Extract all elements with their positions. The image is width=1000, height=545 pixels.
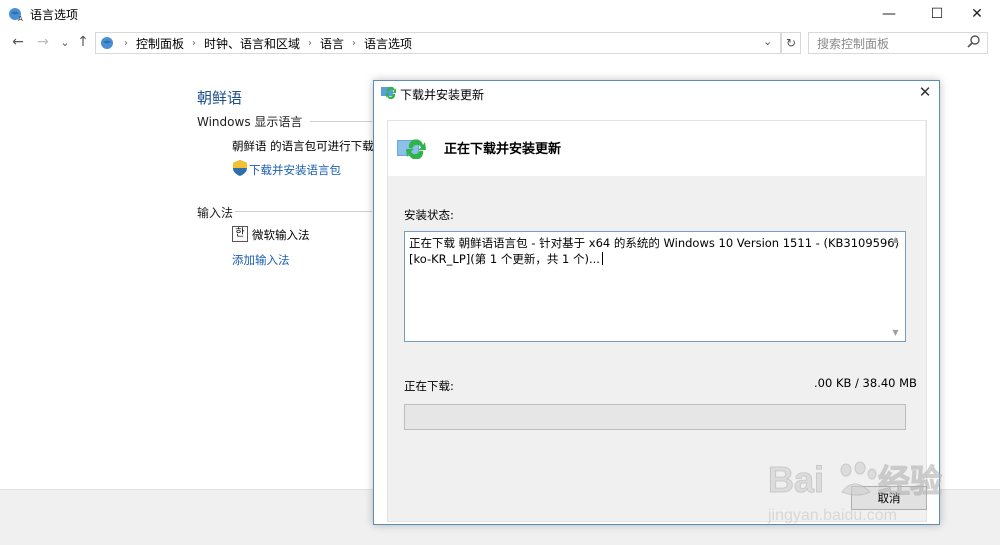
window-titlebar (0, 0, 1000, 28)
close-button[interactable]: ✕ (954, 0, 1000, 28)
recent-locations-button[interactable]: ⌄ (55, 32, 75, 52)
search-icon[interactable] (966, 34, 982, 50)
breadcrumb-separator-icon: › (192, 37, 197, 49)
breadcrumb-separator-icon: › (124, 37, 128, 49)
scroll-down-icon[interactable]: ▼ (887, 325, 904, 339)
input-method-heading: 输入法 (197, 206, 234, 220)
svg-text:A: A (18, 15, 23, 22)
download-progress-bar (404, 404, 906, 430)
downloading-label: 正在下载: (404, 379, 454, 393)
address-dropdown-icon[interactable]: ⌄ (763, 35, 772, 48)
text-cursor (601, 252, 603, 265)
status-scrollbar[interactable]: ▲ ▼ (887, 232, 904, 339)
download-language-pack-link[interactable]: 下载并安装语言包 (249, 162, 341, 178)
language-title: 朝鲜语 (197, 89, 243, 107)
up-button[interactable]: ↑ (73, 32, 93, 52)
minimize-button[interactable]: — (866, 0, 912, 28)
install-status-label: 安装状态: (404, 208, 454, 222)
breadcrumb-item-clock-language-region[interactable]: 时钟、语言和区域 (204, 35, 300, 52)
forward-button[interactable]: → (33, 32, 53, 52)
dialog-close-button[interactable]: ✕ (915, 82, 935, 102)
breadcrumb-item-language-options[interactable]: 语言选项 (364, 35, 412, 52)
language-pack-status: 朝鲜语 的语言包可进行下载 (232, 139, 374, 153)
status-line: [ko-KR_LP](第 1 个更新，共 1 个)... (409, 251, 887, 267)
svg-text:Bai: Bai (768, 459, 824, 500)
windows-update-large-icon (397, 139, 426, 159)
baidu-watermark-logo: Bai 经验 jingyan.baidu.com (767, 459, 943, 525)
dialog-title: 下载并安装更新 (400, 88, 485, 102)
display-language-heading: Windows 显示语言 (197, 115, 303, 129)
control-panel-icon (101, 37, 113, 49)
breadcrumb-separator-icon: › (352, 37, 357, 49)
install-status-text: 正在下载 朝鲜语语言包 - 针对基于 x64 的系统的 Windows 10 V… (409, 235, 900, 267)
uac-shield-icon (233, 160, 247, 176)
add-input-method-link[interactable]: 添加输入法 (232, 252, 290, 268)
section-divider (235, 211, 372, 212)
refresh-button[interactable]: ↻ (781, 32, 801, 54)
window-title: 语言选项 (30, 8, 79, 22)
search-placeholder: 搜索控制面板 (817, 37, 890, 51)
downloaded-size: .00 KB / 38.40 MB (814, 376, 917, 390)
breadcrumb-item-control-panel[interactable]: 控制面板 (136, 35, 184, 52)
windows-update-icon (381, 86, 396, 99)
section-divider (310, 121, 372, 122)
breadcrumb-separator-icon: › (308, 37, 313, 49)
language-app-icon: A (9, 8, 23, 22)
breadcrumb-item-language[interactable]: 语言 (320, 35, 344, 52)
breadcrumb: › 控制面板 › 时钟、语言和区域 › 语言 › 语言选项 (100, 35, 412, 51)
back-button[interactable]: ← (8, 32, 28, 52)
korean-ime-icon: 한 (232, 226, 248, 242)
ime-name: 微软输入法 (252, 228, 310, 242)
svg-text:经验: 经验 (878, 462, 942, 500)
status-line: 正在下载 朝鲜语语言包 - 针对基于 x64 的系统的 Windows 10 V… (409, 236, 900, 250)
scroll-up-icon[interactable]: ▲ (887, 232, 904, 246)
svg-text:jingyan.baidu.com: jingyan.baidu.com (767, 507, 897, 524)
dialog-heading: 正在下载并安装更新 (444, 142, 562, 157)
